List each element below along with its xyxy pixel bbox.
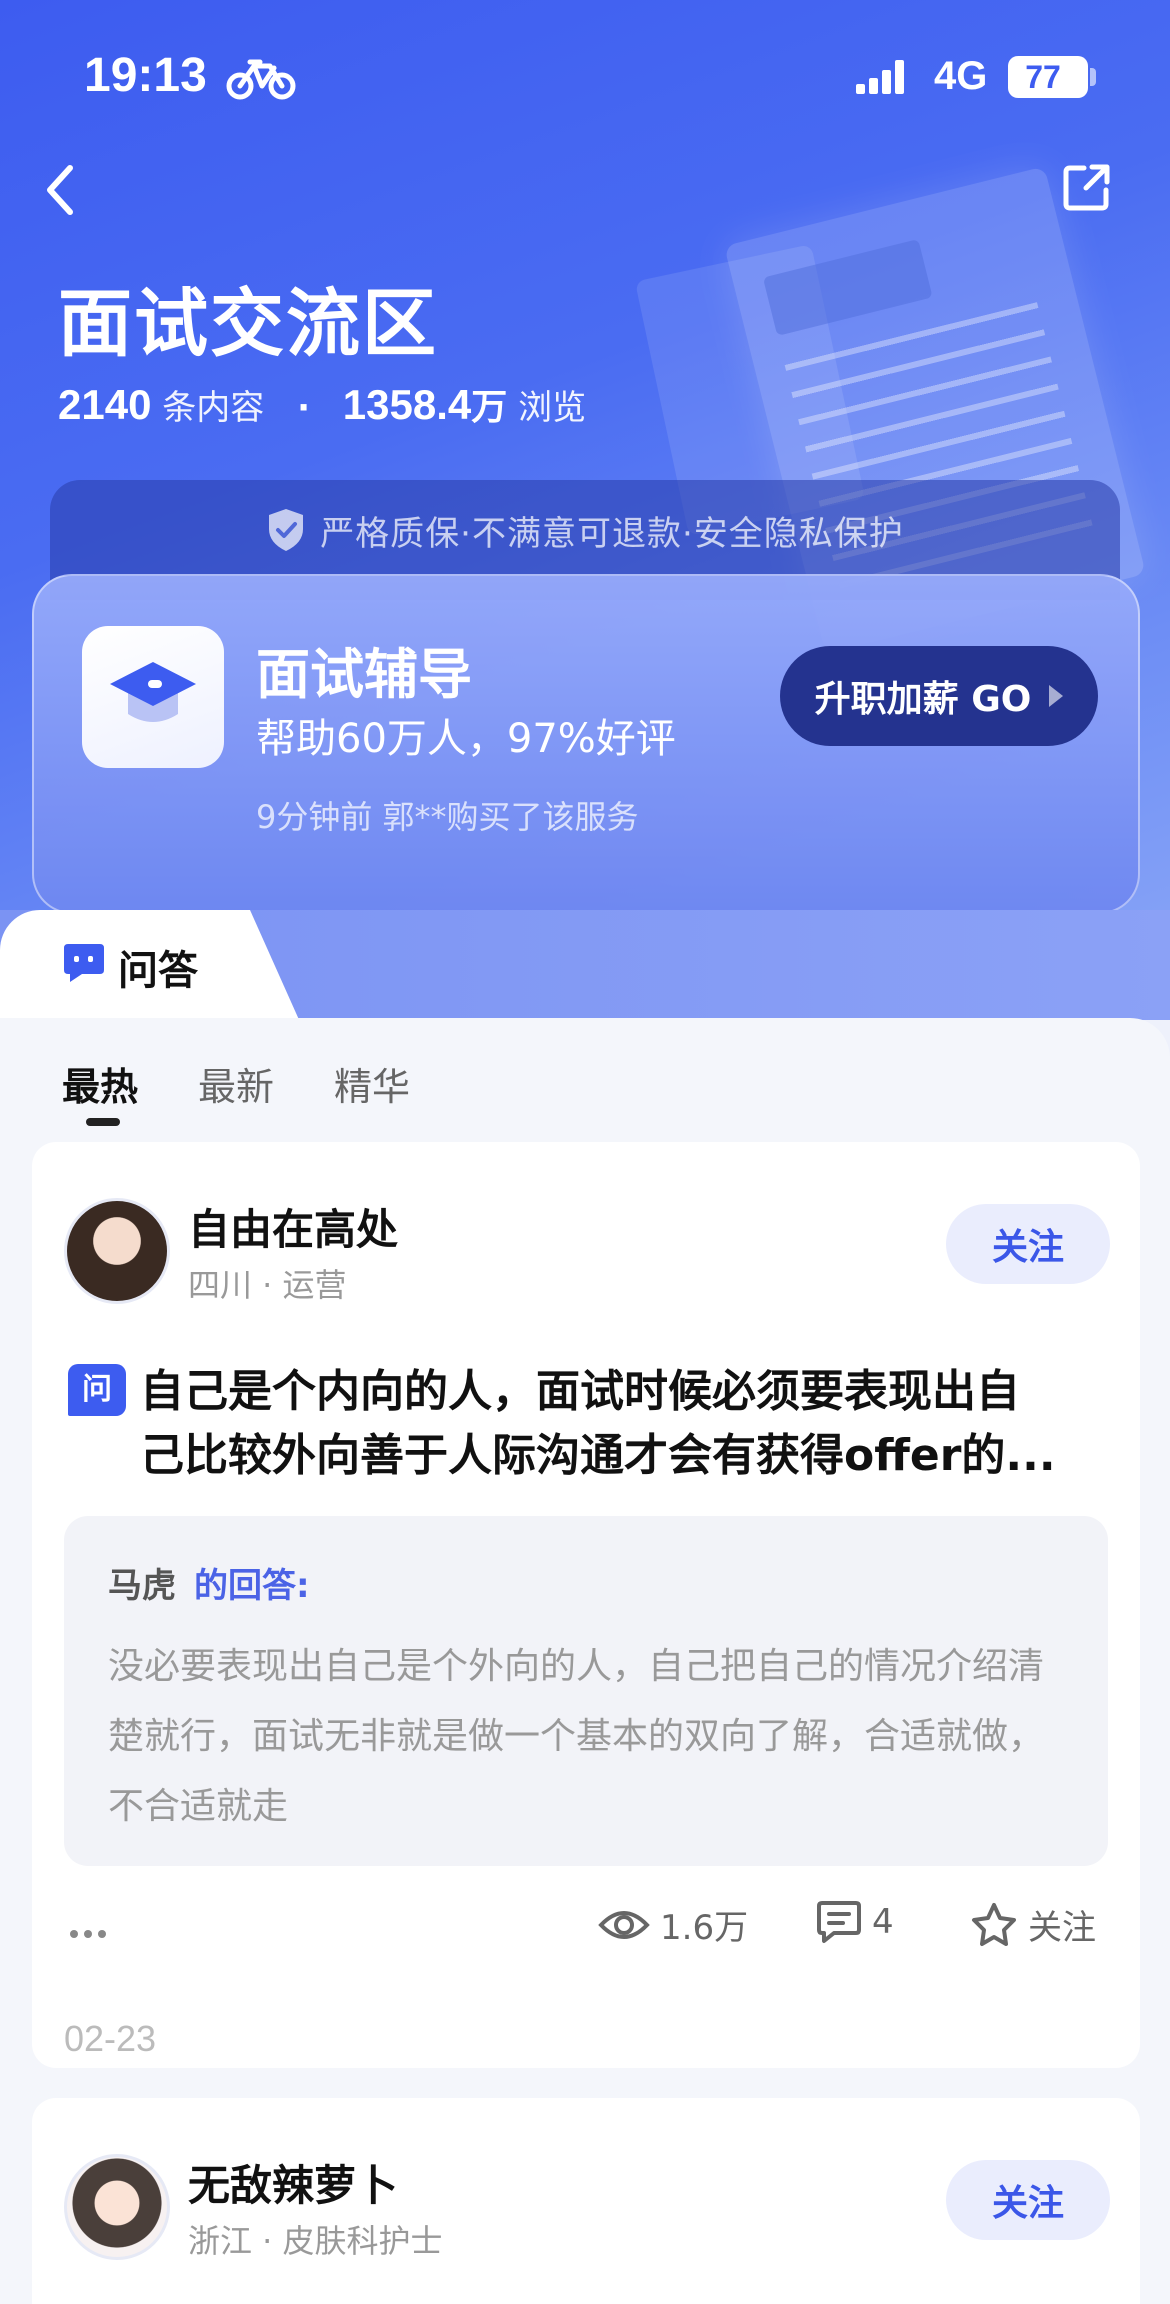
tab-qa-label: 问答 xyxy=(118,948,198,994)
service-card[interactable]: 面试辅导 帮助60万人，97%好评 9分钟前 郭**购买了该服务 升职加薪 GO xyxy=(32,574,1140,914)
content-count: 2140 xyxy=(58,381,152,428)
more-icon[interactable] xyxy=(68,1928,108,1940)
sort-tab-featured[interactable]: 精华 xyxy=(334,1056,410,1111)
status-bar: 19:13 4G 77 xyxy=(0,0,1170,150)
follow-button[interactable]: 关注 xyxy=(946,1204,1110,1284)
service-icon-box xyxy=(82,626,224,768)
views-label: 浏览 xyxy=(518,388,587,428)
author-meta: 浙江 · 皮肤科护士 xyxy=(188,2222,443,2260)
star-icon xyxy=(972,1902,1016,1946)
answer-header: 马虎 的回答: xyxy=(108,1558,310,1607)
signal-icon xyxy=(856,60,904,94)
shield-check-icon xyxy=(269,509,304,551)
guarantee-text: 严格质保·不满意可退款·安全隐私保护 xyxy=(320,513,904,554)
content-label: 条内容 xyxy=(162,388,265,428)
post-date: 02-23 xyxy=(64,2018,157,2059)
answer-preview[interactable]: 马虎 的回答: 没必要表现出自己是个外向的人，自己把自己的情况介绍清楚就行，面试无… xyxy=(64,1516,1108,1866)
network-type: 4G xyxy=(934,54,988,98)
author-name[interactable]: 无敌辣萝卜 xyxy=(188,2152,398,2213)
follow-button[interactable]: 关注 xyxy=(946,2160,1110,2240)
battery-cap xyxy=(1090,68,1096,86)
sort-tab-hot[interactable]: 最热 xyxy=(62,1056,138,1111)
share-icon[interactable] xyxy=(1062,162,1112,212)
graduation-cap-icon xyxy=(110,662,196,722)
author-meta: 四川 · 运营 xyxy=(188,1266,347,1304)
go-button[interactable]: 升职加薪 GO xyxy=(780,646,1098,746)
avatar[interactable] xyxy=(64,2154,170,2260)
answer-suffix: 的回答: xyxy=(194,1566,310,1606)
chat-bubble-icon xyxy=(64,944,104,982)
view-count-text: 1.6万 xyxy=(660,1908,749,1948)
author-name[interactable]: 自由在高处 xyxy=(188,1196,398,1257)
question-badge: 问 xyxy=(68,1364,126,1416)
back-icon[interactable] xyxy=(40,160,80,220)
play-arrow-icon xyxy=(1049,685,1064,707)
answerer-name: 马虎 xyxy=(108,1566,176,1606)
service-title: 面试辅导 xyxy=(256,643,472,706)
avatar[interactable] xyxy=(64,1198,170,1304)
answer-text: 没必要表现出自己是个外向的人，自己把自己的情况介绍清楚就行，面试无非就是做一个基… xyxy=(108,1646,1045,1827)
post-card[interactable]: 自由在高处 四川 · 运营 关注 问 自己是个内向的人，面试时候必须要表现出自 … xyxy=(32,1142,1140,2068)
views-unit: 万 xyxy=(471,387,508,428)
sort-tab-newest[interactable]: 最新 xyxy=(198,1056,274,1111)
question-line: 自己是个内向的人，面试时候必须要表现出自 xyxy=(140,1366,1020,1417)
comment-icon xyxy=(817,1901,861,1943)
header-stats: 2140 条内容 · 1358.4万 浏览 xyxy=(58,378,586,430)
page-title: 面试交流区 xyxy=(58,281,438,367)
post-card[interactable]: 无敌辣萝卜 浙江 · 皮肤科护士 关注 xyxy=(32,2098,1140,2304)
question-title[interactable]: 自己是个内向的人，面试时候必须要表现出自 己比较外向善于人际沟通才会有获得off… xyxy=(140,1360,1112,1488)
recent-purchase: 9分钟前 郭**购买了该服务 xyxy=(256,798,639,836)
comment-count-text: 4 xyxy=(872,1902,894,1942)
eye-icon xyxy=(598,1910,650,1939)
status-time: 19:13 xyxy=(84,49,207,102)
question-line: 己比较外向善于人际沟通才会有获得offer的... xyxy=(140,1430,1056,1481)
battery-percent: 77 xyxy=(1025,59,1061,95)
favorite-button[interactable]: 关注 xyxy=(970,1900,1096,1949)
go-button-label: 升职加薪 GO xyxy=(814,679,1032,720)
views-count: 1358.4 xyxy=(342,381,472,428)
service-subtitle: 帮助60万人，97%好评 xyxy=(256,716,676,762)
battery-icon: 77 xyxy=(1008,56,1088,98)
sort-tabs: 最热 最新 精华 xyxy=(62,1056,410,1111)
view-count: 1.6万 xyxy=(598,1900,748,1949)
sort-tab-indicator xyxy=(86,1118,120,1126)
stats-separator: · xyxy=(297,388,310,428)
comment-count[interactable]: 4 xyxy=(816,1900,894,1944)
favorite-label: 关注 xyxy=(1028,1908,1096,1948)
bike-icon xyxy=(226,59,296,100)
